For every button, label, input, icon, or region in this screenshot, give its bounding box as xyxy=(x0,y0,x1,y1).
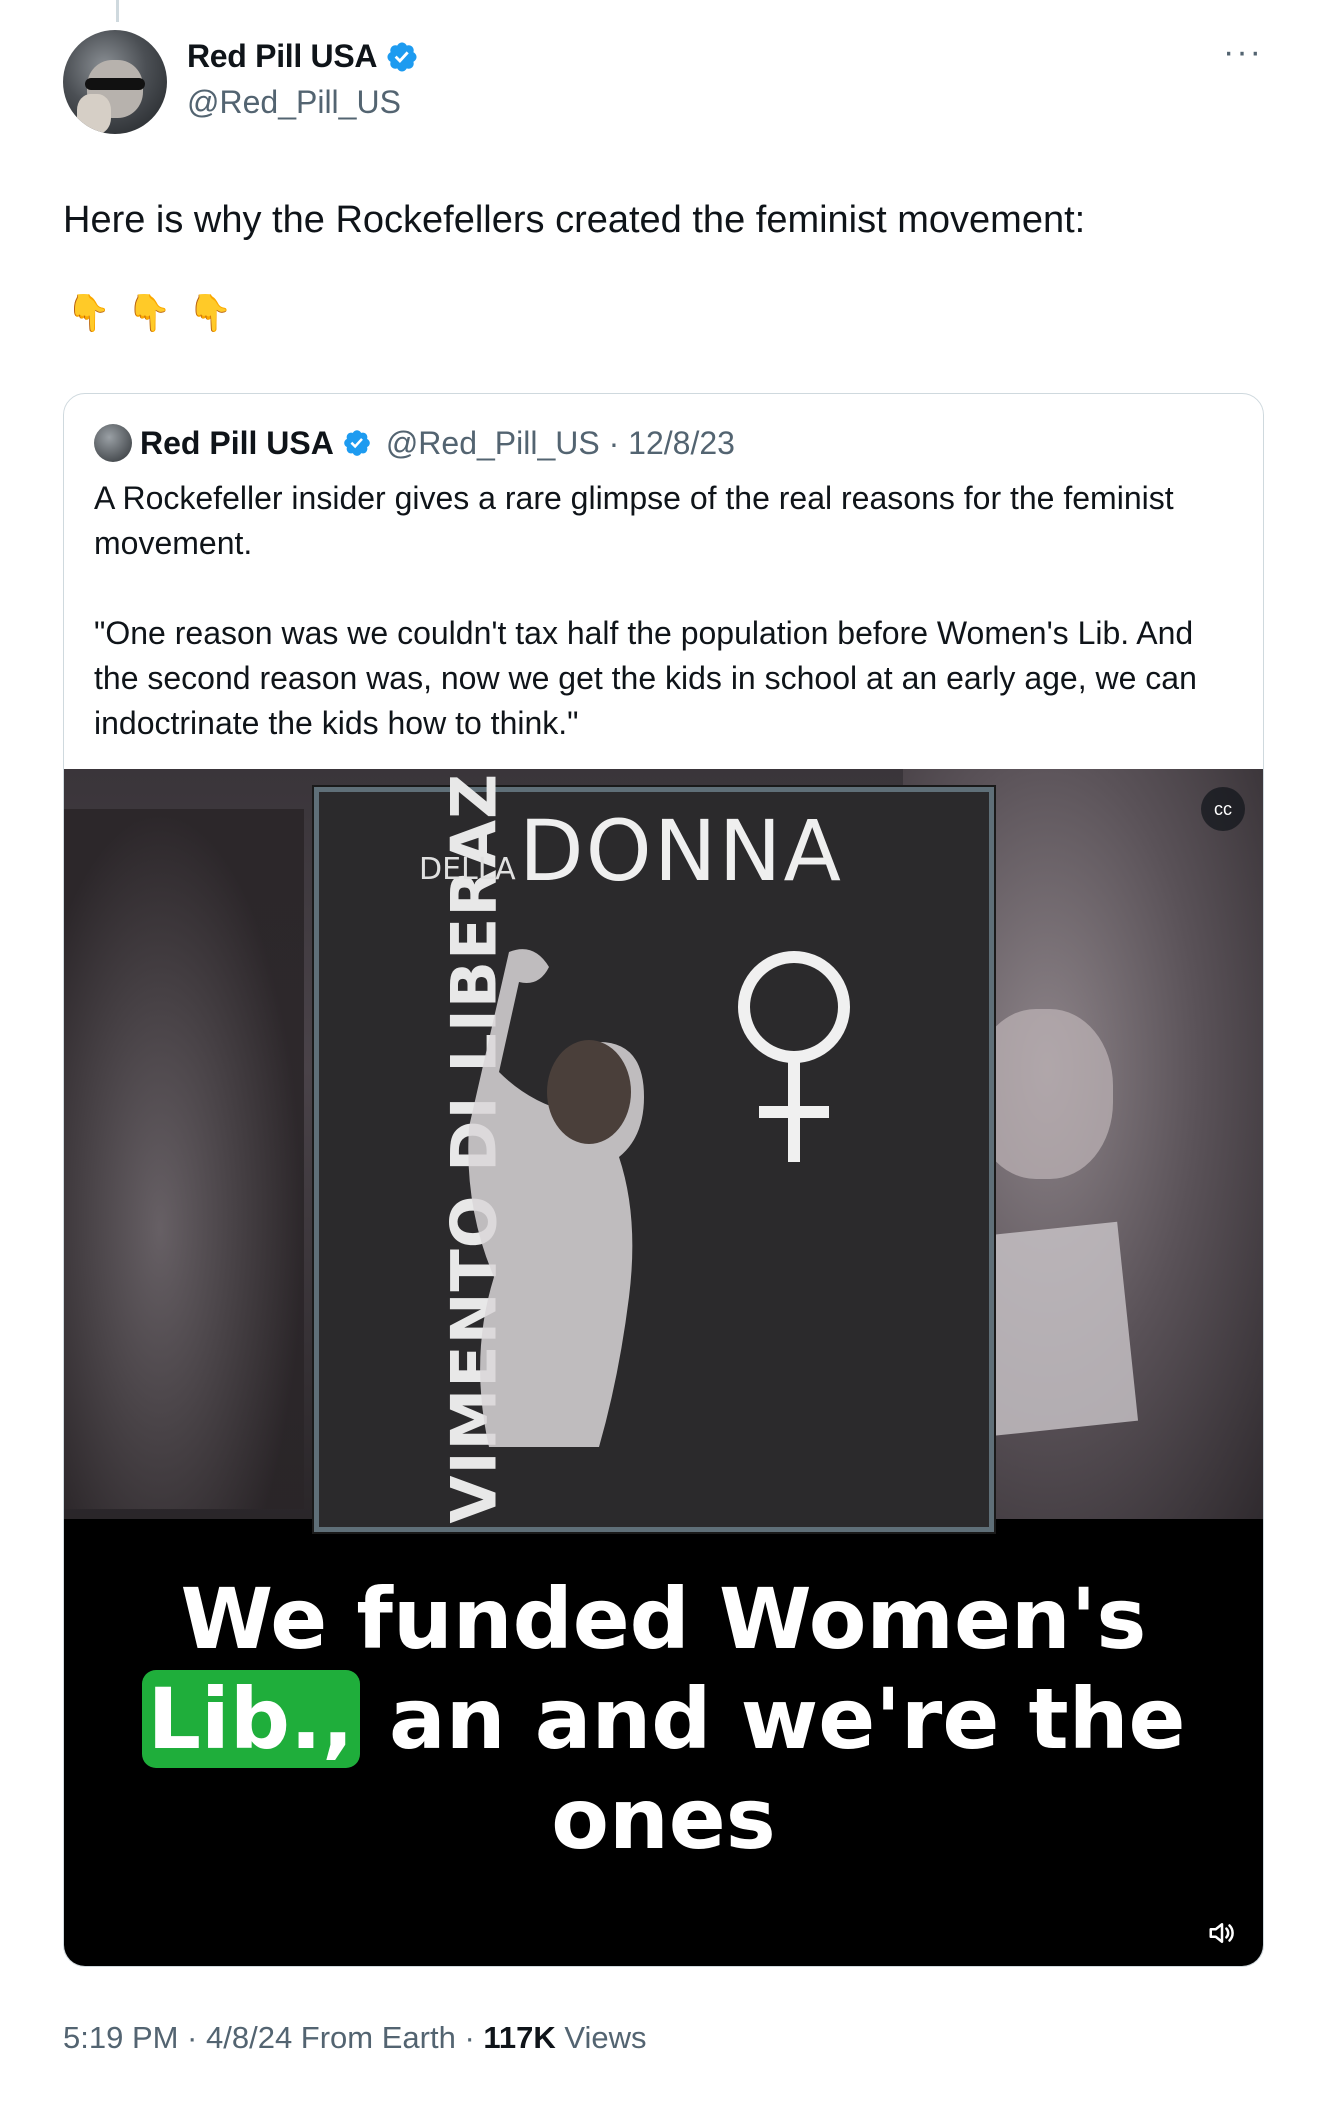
poster-image: VIMENTO DI LIBERAZIONE DELLA DONNA xyxy=(314,769,994,1532)
verified-badge-icon xyxy=(387,41,417,72)
caption-highlight: Lib., xyxy=(141,1670,360,1768)
thread-line xyxy=(116,0,119,22)
volume-icon[interactable] xyxy=(1207,1918,1237,1948)
caption-line-1: We funded Women's xyxy=(180,1570,1147,1668)
quoted-author-name: Red Pill USA xyxy=(140,424,334,461)
author-handle[interactable]: @Red_Pill_US xyxy=(187,84,401,121)
avatar[interactable] xyxy=(63,30,167,134)
poster-della-text: DELLA xyxy=(419,852,516,887)
caption-line-3: ones xyxy=(551,1770,776,1868)
video-frame: VIMENTO DI LIBERAZIONE DELLA DONNA cc xyxy=(64,769,1263,1532)
tweet-meta: 5:19 PM · 4/8/24 From Earth · 117K Views xyxy=(63,2020,647,2056)
video-caption: We funded Women's Lib., an and we're the… xyxy=(64,1569,1263,1869)
closed-captions-icon[interactable]: cc xyxy=(1201,787,1245,831)
pointing-down-emoji: 👇 xyxy=(126,292,172,333)
tweet-text: Here is why the Rockefellers created the… xyxy=(63,199,1086,241)
quoted-tweet-header: Red Pill USA @Red_Pill_US · 12/8/23 xyxy=(94,424,735,462)
quoted-tweet[interactable]: Red Pill USA @Red_Pill_US · 12/8/23 A Ro… xyxy=(63,393,1264,1967)
emoji-row: 👇 👇 👇 xyxy=(66,292,232,334)
caption-line-2: Lib., an and we're the xyxy=(64,1669,1263,1769)
video-player[interactable]: VIMENTO DI LIBERAZIONE DELLA DONNA cc We… xyxy=(64,769,1263,1966)
name-row: Red Pill USA xyxy=(187,38,419,75)
caption-line-2-rest: an and we're the xyxy=(359,1670,1186,1768)
verified-badge-icon xyxy=(344,430,370,456)
quoted-handle-date: @Red_Pill_US · 12/8/23 xyxy=(385,424,735,461)
views-count: 117K xyxy=(483,2020,556,2055)
tweet-header: Red Pill USA @Red_Pill_US ··· xyxy=(63,30,1263,140)
quoted-text: A Rockefeller insider gives a rare glimp… xyxy=(94,480,1197,741)
author-name[interactable]: Red Pill USA xyxy=(187,38,378,75)
pointing-down-emoji: 👇 xyxy=(66,292,111,333)
more-options-icon[interactable]: ··· xyxy=(1223,35,1263,69)
raised-fist-figure xyxy=(468,949,644,1447)
poster-title: DONNA xyxy=(519,802,843,900)
quoted-avatar xyxy=(94,424,132,462)
pointing-down-emoji: 👇 xyxy=(187,292,233,333)
venus-symbol-icon xyxy=(738,951,850,1162)
views-label: Views xyxy=(555,2020,647,2055)
timestamp[interactable]: 5:19 PM · 4/8/24 From Earth · xyxy=(63,2020,483,2055)
